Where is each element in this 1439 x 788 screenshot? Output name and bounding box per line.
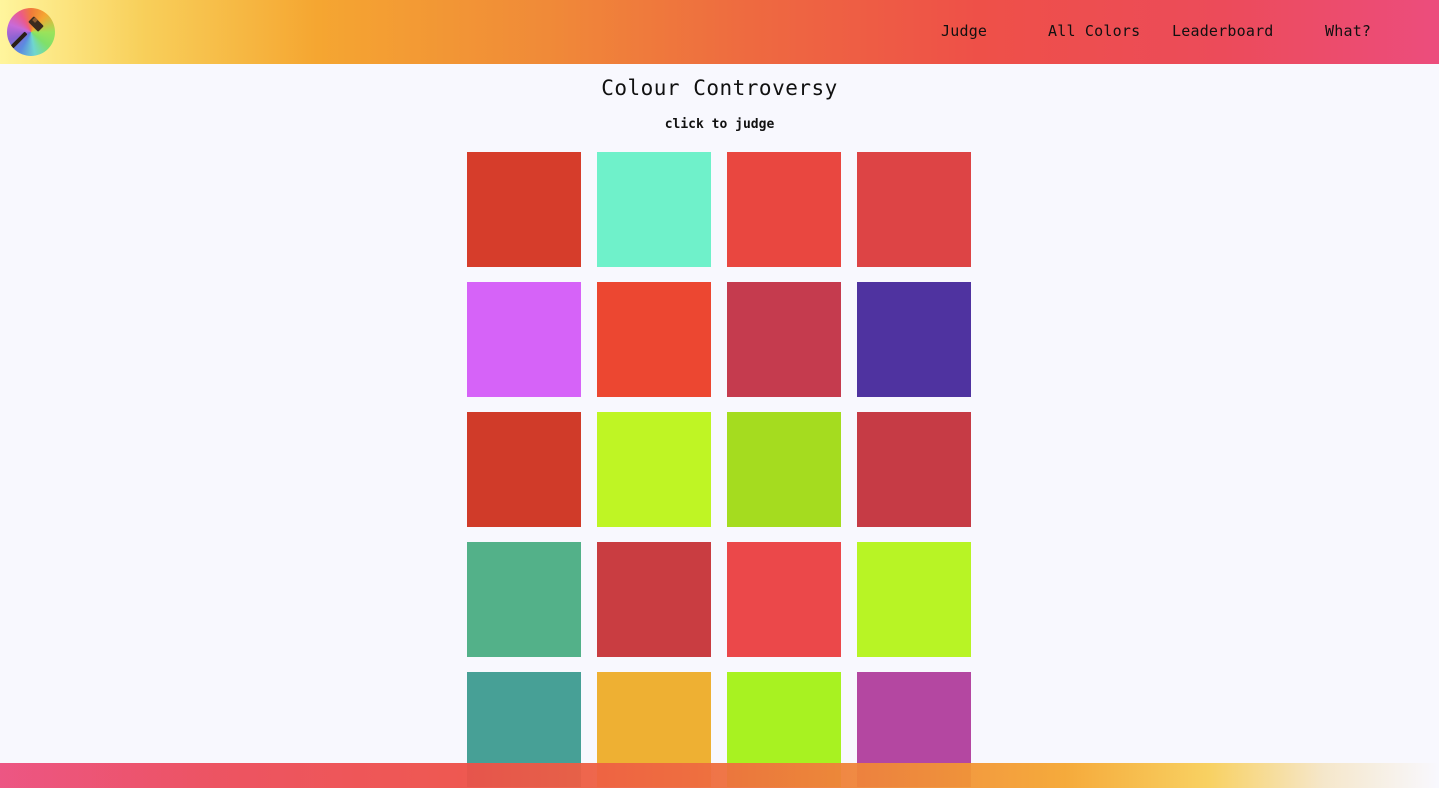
color-swatch[interactable] [597, 282, 711, 397]
nav-judge[interactable]: Judge [941, 0, 987, 64]
color-swatch[interactable] [857, 412, 971, 527]
top-nav-bar: Judge All Colors Leaderboard What? [0, 0, 1439, 64]
footer-bar [0, 763, 1439, 788]
color-swatch[interactable] [727, 412, 841, 527]
color-swatch[interactable] [467, 412, 581, 527]
color-swatch[interactable] [467, 542, 581, 657]
color-swatch[interactable] [727, 282, 841, 397]
nav-all-colors[interactable]: All Colors [1048, 0, 1140, 64]
color-swatch[interactable] [727, 152, 841, 267]
nav-leaderboard[interactable]: Leaderboard [1172, 0, 1274, 64]
page-title: Colour Controversy [601, 76, 838, 100]
color-swatch[interactable] [467, 282, 581, 397]
color-swatch[interactable] [857, 282, 971, 397]
color-swatch[interactable] [597, 412, 711, 527]
color-swatch[interactable] [467, 152, 581, 267]
gavel-icon [10, 16, 44, 49]
color-swatch[interactable] [857, 542, 971, 657]
gavel-logo-icon[interactable] [7, 8, 55, 56]
color-swatch[interactable] [597, 542, 711, 657]
color-swatch-grid [467, 152, 971, 787]
nav-what[interactable]: What? [1325, 0, 1371, 64]
page-subtitle: click to judge [664, 117, 775, 132]
color-swatch[interactable] [727, 542, 841, 657]
color-swatch[interactable] [597, 152, 711, 267]
color-swatch[interactable] [857, 152, 971, 267]
